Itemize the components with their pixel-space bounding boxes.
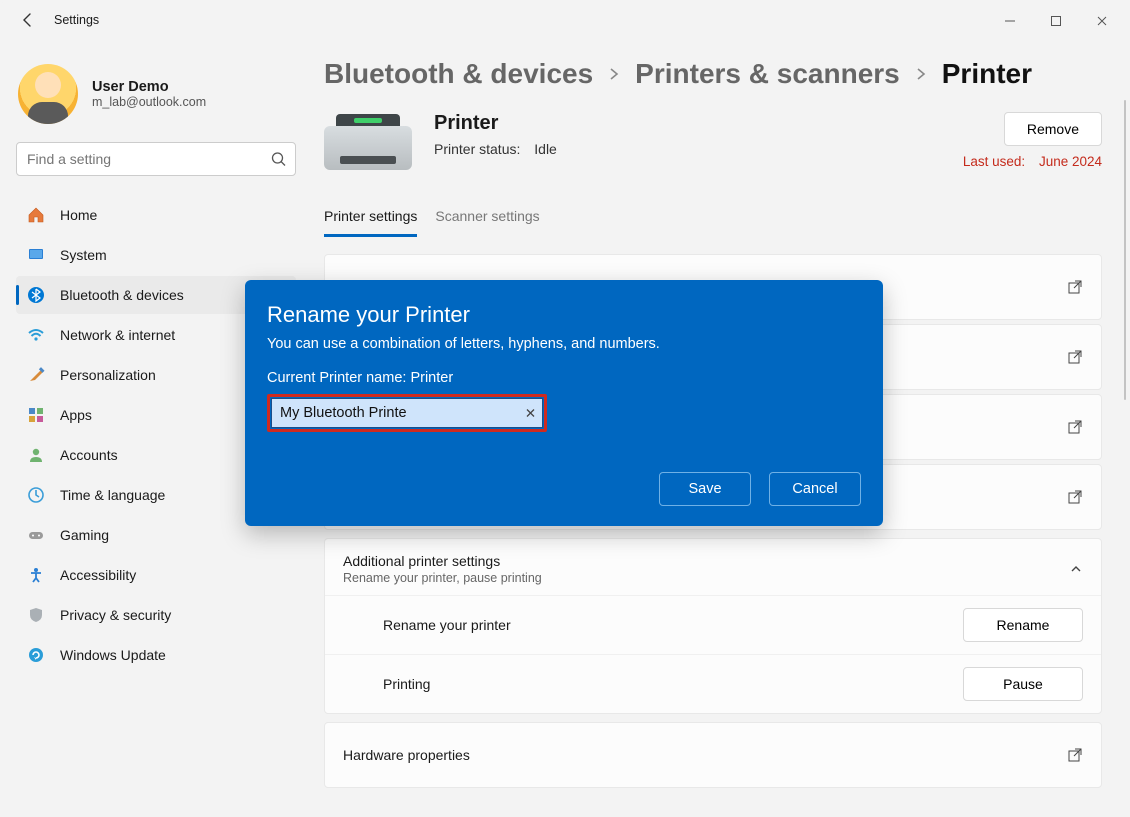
scrollbar[interactable] (1124, 100, 1126, 400)
clock-globe-icon (26, 485, 46, 505)
cancel-button[interactable]: Cancel (769, 472, 861, 506)
search-field (16, 142, 296, 176)
apps-icon (26, 405, 46, 425)
breadcrumb: Bluetooth & devices Printers & scanners … (324, 58, 1102, 90)
sidebar-item-label: Time & language (60, 487, 165, 503)
settings-window: Settings User Demo m_lab@outlook.com (0, 0, 1130, 817)
rename-printer-label: Rename your printer (383, 617, 511, 633)
printer-header: Printer Printer status: Idle Remove Last… (324, 112, 1102, 176)
home-icon (26, 205, 46, 225)
sidebar-item-label: Accessibility (60, 567, 136, 583)
window-title: Settings (54, 13, 99, 27)
breadcrumb-printer: Printer (942, 58, 1032, 90)
close-button[interactable] (1080, 6, 1124, 36)
external-link-icon (1067, 747, 1083, 763)
user-name: User Demo (92, 79, 206, 95)
dialog-description: You can use a combination of letters, hy… (267, 336, 861, 352)
window-controls (988, 6, 1124, 36)
update-icon (26, 645, 46, 665)
search-input[interactable] (16, 142, 296, 176)
minimize-button[interactable] (988, 6, 1032, 36)
additional-settings-title: Additional printer settings (343, 553, 542, 569)
sidebar-item-windows-update[interactable]: Windows Update (16, 636, 296, 674)
chevron-right-icon (607, 67, 621, 81)
maximize-button[interactable] (1034, 6, 1078, 36)
hardware-properties-card[interactable]: Hardware properties (324, 722, 1102, 788)
system-icon (26, 245, 46, 265)
sidebar-item-label: Windows Update (60, 647, 166, 663)
bluetooth-icon (26, 285, 46, 305)
rename-button[interactable]: Rename (963, 608, 1083, 642)
additional-printer-settings: Additional printer settings Rename your … (324, 538, 1102, 714)
breadcrumb-bluetooth-devices[interactable]: Bluetooth & devices (324, 58, 593, 90)
save-button[interactable]: Save (659, 472, 751, 506)
printing-row: Printing Pause (325, 654, 1101, 713)
printer-name: Printer (434, 112, 557, 135)
additional-settings-subtitle: Rename your printer, pause printing (343, 571, 542, 585)
printing-label: Printing (383, 676, 430, 692)
accessibility-icon (26, 565, 46, 585)
gamepad-icon (26, 525, 46, 545)
printer-icon (324, 112, 412, 176)
sidebar-item-label: Gaming (60, 527, 109, 543)
remove-button[interactable]: Remove (1004, 112, 1102, 146)
rename-input[interactable] (272, 399, 542, 427)
tab-printer-settings[interactable]: Printer settings (324, 204, 417, 237)
current-name-label: Current Printer name: Printer (267, 370, 861, 386)
external-link-icon (1067, 279, 1083, 295)
external-link-icon (1067, 349, 1083, 365)
shield-icon (26, 605, 46, 625)
rename-input-highlight (267, 394, 547, 432)
breadcrumb-printers-scanners[interactable]: Printers & scanners (635, 58, 900, 90)
printer-status-label: Printer status: (434, 141, 520, 157)
arrow-left-icon (20, 12, 36, 28)
sidebar-item-label: Accounts (60, 447, 118, 463)
sidebar-item-label: Bluetooth & devices (60, 287, 184, 303)
sidebar-item-label: Home (60, 207, 97, 223)
dialog-title: Rename your Printer (267, 302, 861, 328)
paintbrush-icon (26, 365, 46, 385)
pause-button[interactable]: Pause (963, 667, 1083, 701)
back-button[interactable] (10, 2, 46, 38)
chevron-up-icon (1069, 562, 1083, 576)
sidebar-item-privacy-security[interactable]: Privacy & security (16, 596, 296, 634)
search-icon (271, 152, 286, 167)
external-link-icon (1067, 419, 1083, 435)
sidebar-item-accessibility[interactable]: Accessibility (16, 556, 296, 594)
sidebar-item-home[interactable]: Home (16, 196, 296, 234)
last-used-value: June 2024 (1039, 154, 1102, 169)
hardware-properties-label: Hardware properties (343, 747, 470, 763)
x-icon (525, 408, 536, 419)
user-email: m_lab@outlook.com (92, 95, 206, 109)
titlebar: Settings (0, 0, 1130, 40)
sidebar-item-label: System (60, 247, 107, 263)
sidebar-item-label: Apps (60, 407, 92, 423)
additional-settings-header[interactable]: Additional printer settings Rename your … (325, 539, 1101, 595)
avatar (18, 64, 78, 124)
chevron-right-icon (914, 67, 928, 81)
user-block[interactable]: User Demo m_lab@outlook.com (18, 64, 294, 124)
tab-scanner-settings[interactable]: Scanner settings (435, 204, 539, 237)
sidebar-item-system[interactable]: System (16, 236, 296, 274)
sidebar-item-label: Privacy & security (60, 607, 171, 623)
close-icon (1096, 15, 1108, 27)
maximize-icon (1050, 15, 1062, 27)
rename-printer-dialog: Rename your Printer You can use a combin… (245, 280, 883, 526)
printer-info: Printer Printer status: Idle (434, 112, 557, 157)
rename-printer-row: Rename your printer Rename (325, 595, 1101, 654)
sidebar-item-label: Personalization (60, 367, 156, 383)
clear-input-button[interactable] (525, 408, 536, 419)
last-used-label: Last used: (963, 154, 1025, 169)
printer-status-value: Idle (534, 141, 557, 157)
external-link-icon (1067, 489, 1083, 505)
person-icon (26, 445, 46, 465)
tabs: Printer settings Scanner settings (324, 204, 1102, 238)
sidebar-item-label: Network & internet (60, 327, 175, 343)
wifi-icon (26, 325, 46, 345)
minimize-icon (1004, 15, 1016, 27)
